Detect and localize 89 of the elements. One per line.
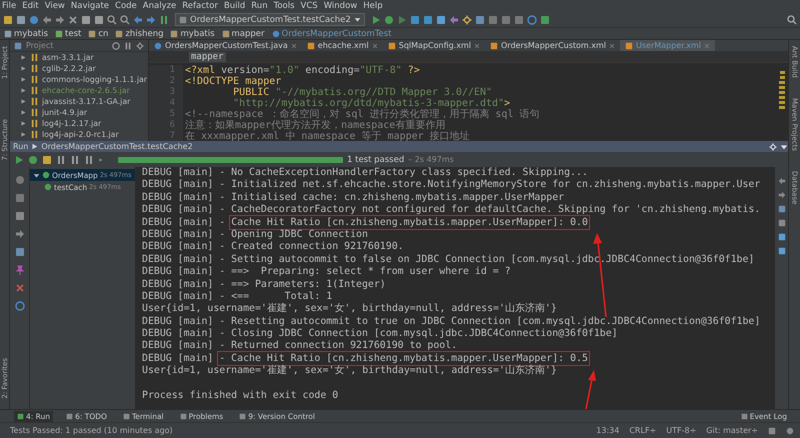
status-item[interactable]: Git: master÷ — [706, 426, 758, 435]
menu-item[interactable]: Navigate — [70, 1, 110, 11]
stop-icon[interactable] — [42, 154, 52, 164]
menu-item[interactable]: VCS — [300, 1, 318, 11]
expand-arrow-icon — [33, 172, 40, 178]
pin-icon[interactable] — [14, 265, 24, 275]
forward-icon[interactable] — [146, 14, 156, 24]
breadcrumb[interactable]: cn — [88, 28, 108, 38]
code-line: <!DOCTYPE mapper — [184, 76, 282, 87]
console-line: User{id=1, username='崔建', sex='女', birthday=null, address='山东济南'} — [142, 303, 557, 314]
console-line: User{id=1, username='崔建', sex='女', birthday=null, address='山东济南'} — [142, 365, 557, 376]
test-result: 1 test passed — [347, 154, 404, 164]
console-line: DEBUG [main] - Opening JDBC Connection — [142, 228, 368, 240]
editor-tab[interactable]: OrdersMapperCustomTest.java — [149, 40, 302, 51]
revert-icon[interactable] — [448, 14, 459, 24]
target-icon[interactable] — [112, 42, 120, 50]
run-configuration-name: OrdersMapperCustomTest.testCache2 — [41, 142, 193, 151]
breadcrumb[interactable]: mapper — [222, 28, 265, 38]
editor-tab[interactable]: ehcache.xml — [302, 40, 383, 51]
caret-icon — [354, 16, 361, 23]
console-line: DEBUG [main] - Initialized net.sf.ehcache.store.NotifyingMemoryStore for cn.zhisheng.mybatis.mapper.User — [142, 179, 760, 190]
run-configuration-dropdown[interactable]: OrdersMapperCustomTest.testCache2 — [175, 13, 365, 26]
undo-icon[interactable] — [42, 14, 52, 24]
menu-item[interactable]: Window — [324, 1, 358, 11]
menu-item[interactable]: Tools — [274, 1, 295, 11]
run-icon — [31, 143, 38, 150]
rerun-icon[interactable] — [14, 154, 24, 164]
close-icon[interactable] — [609, 42, 616, 48]
test-duration: – 2s 497ms — [408, 155, 454, 164]
code-line: 注意：如果mapper代理方法开发，namespace有重要作用 — [184, 120, 446, 131]
cut-icon[interactable] — [68, 14, 78, 24]
tool-window-title: Run — [13, 142, 28, 151]
menu-item[interactable]: Build — [224, 1, 246, 11]
status-item[interactable]: UTF-8÷ — [666, 426, 696, 435]
close-icon[interactable] — [14, 283, 24, 293]
console-line: DEBUG [main] — [142, 352, 214, 364]
console-line: DEBUG [main] - Resetting autocommit to true on JDBC Connection [com.mysql.jdbc.JDBC4Connection@36f0f1be] — [142, 316, 760, 327]
console-line: DEBUG [main] - ==> Parameters: 1(Integer) — [142, 278, 386, 290]
search-icon[interactable] — [787, 14, 797, 24]
breadcrumb[interactable]: mybatis — [4, 28, 48, 38]
console-line: DEBUG [main] - ==> Preparing: select * from user where id = ? — [142, 266, 512, 278]
highlighted-console-text: - Cache Hit Ratio [cn.zhisheng.mybatis.mapper.UserMapper]: 0.5 — [219, 352, 588, 364]
code-line: "http://mybatis.org/dtd/mybatis-3-mapper.dtd"> — [232, 98, 510, 109]
status-item[interactable]: 13:34 — [596, 426, 620, 435]
back-icon[interactable] — [133, 14, 143, 24]
settings-icon[interactable] — [462, 14, 472, 24]
status-item[interactable]: CRLF÷ — [629, 426, 656, 435]
tag-breadcrumb[interactable]: mapper — [189, 52, 226, 62]
console-line: DEBUG [main] - Closing JDBC Connection [com.mysql.jdbc.JDBC4Connection@36f0f1be] — [142, 328, 618, 340]
menu-item[interactable]: Run — [251, 1, 268, 11]
breadcrumb[interactable]: OrdersMapperCustomTest — [272, 28, 392, 38]
breadcrumb[interactable]: test — [55, 28, 82, 38]
menu-item[interactable]: Help — [363, 1, 383, 11]
menu-item[interactable]: Code — [115, 1, 137, 11]
highlighted-console-text: Cache Hit Ratio [cn.zhisheng.mybatis.mapper.UserMapper]: 0.0 — [231, 216, 588, 228]
menu-item[interactable]: Refactor — [182, 1, 218, 11]
status-message: Tests Passed: 1 passed (10 minutes ago) — [10, 426, 174, 435]
menu-item[interactable]: Edit — [22, 1, 39, 11]
menu-item[interactable]: File — [2, 1, 16, 11]
menu-item[interactable]: Analyze — [142, 1, 176, 11]
console-line: DEBUG [main] - Created connection 921760190. — [142, 241, 404, 252]
editor-tab[interactable]: OrdersMapperCustom.xml — [485, 40, 620, 51]
close-icon[interactable] — [704, 42, 710, 48]
search-icon[interactable] — [107, 14, 117, 24]
console-line: DEBUG [main] - Returned connection 921760190 to pool. — [142, 340, 458, 352]
stop-icon[interactable] — [14, 193, 24, 203]
console-line: DEBUG [main] - Initialised cache: cn.zhisheng.mybatis.mapper.UserMapper — [142, 192, 564, 203]
more-icon[interactable] — [98, 156, 104, 162]
code-line: PUBLIC "-//mybatis.org//DTD Mapper 3.0//EN" — [232, 87, 492, 98]
redo-icon[interactable] — [55, 14, 65, 24]
breadcrumb[interactable]: zhisheng — [115, 28, 164, 38]
editor-tab[interactable]: SqlMapConfig.xml — [382, 40, 485, 51]
code-line: 在 xxxmapper.xml 中 namespace 等于 mapper 接口地址 — [184, 131, 470, 141]
run-icon[interactable] — [370, 14, 381, 24]
close-icon[interactable] — [372, 42, 378, 48]
settings-icon[interactable] — [136, 42, 144, 50]
exit-icon[interactable] — [14, 229, 24, 239]
code-line: <?xml version="1.0" encoding="UTF-8" ?> — [184, 65, 420, 76]
console-line: Process finished with exit code 0 — [142, 390, 338, 402]
close-icon[interactable] — [474, 42, 480, 48]
console-line: DEBUG [main] - No CacheExceptionHandlerFactory class specified. Skipping... — [142, 167, 588, 178]
menu-item[interactable]: View — [44, 1, 65, 11]
console-line: DEBUG [main] - <== Total: 1 — [142, 290, 332, 302]
annotation-arrow — [585, 370, 596, 409]
breadcrumb[interactable]: mybatis — [170, 28, 215, 38]
console-line: DEBUG [main] - — [142, 216, 226, 228]
console-line: DEBUG [main] - CacheDecoratorFactory not configured for defaultCache. Skipping for 'cn.zhisheng.mybatis. — [142, 204, 760, 216]
code-line: <!--namespace ：命名空间，对 sql 进行分类化管理，用于隔离 sql 语句 — [184, 109, 540, 120]
close-icon[interactable] — [290, 42, 297, 48]
